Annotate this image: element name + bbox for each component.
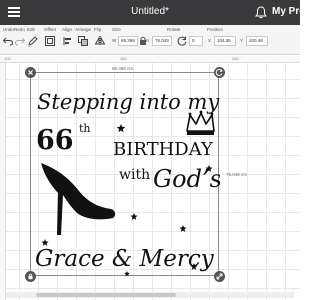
scrollbar-thumb[interactable] [36,293,176,297]
flip-label: Flip [94,27,102,32]
edit-toolbar: Undo Redo Edit Offset Align Arrange Flip… [0,25,300,55]
position-x-input[interactable]: 104.36 [214,36,236,46]
width-prefix: W [112,38,117,43]
left-ruler [0,63,6,300]
flip-icon[interactable] [94,35,106,47]
lock-handle[interactable] [25,271,36,282]
ruler-number: 150 [120,56,127,61]
rotate-handle[interactable] [214,67,225,78]
rotate-icon[interactable] [176,35,188,47]
edit-icon[interactable] [27,35,39,47]
align-icon[interactable] [62,35,74,47]
horizontal-scrollbar[interactable] [6,292,294,298]
position-label: Position [207,27,224,32]
close-icon [28,70,33,75]
resize-handle[interactable] [214,271,225,282]
redo-label: Redo [14,27,25,32]
design-word-with: with [119,167,150,183]
rotate-input[interactable]: 0 [189,36,203,46]
project-menu[interactable]: My Projec [272,6,319,17]
resize-icon [216,273,223,280]
design-number: 66 [36,125,74,156]
offset-icon[interactable] [44,35,56,47]
crown-icon [186,110,215,135]
delete-handle[interactable] [25,67,36,78]
undo-icon[interactable] [2,35,14,47]
design-ordinal: th [79,122,91,135]
rotate-handle-icon [215,69,223,76]
align-label: Align [62,27,73,32]
x-prefix: X [208,38,212,43]
bell-icon[interactable] [255,6,267,19]
undo-label: Undo [3,27,14,32]
redo-icon[interactable] [14,35,26,47]
rotate-label: Rotate [167,27,181,32]
ruler-number: 200 [232,56,239,61]
top-bar: Untitled* My Projec [0,0,319,25]
size-label: Size [112,27,121,32]
edit-label: Edit [27,27,35,32]
lock-handle-icon [28,273,33,280]
design-word-birthday: BIRTHDAY [113,139,214,160]
width-input[interactable]: 69.398 [118,36,138,46]
height-prefix: H [146,38,150,43]
ruler-number: 100 [4,56,11,61]
design-line-stepping: Stepping into my [37,90,220,114]
offset-label: Offset [44,27,56,32]
height-dimension-label: 76.049 cm [226,172,248,177]
width-dimension-label: 69.398 cm [112,66,134,71]
top-ruler: 100 150 200 [0,56,300,63]
arrange-label: Arrange [75,27,92,32]
high-heel-icon [41,163,116,235]
design-line-grace: Grace & Mercy [35,246,215,272]
position-y-input[interactable]: 100.48 [246,36,268,46]
arrange-icon[interactable] [77,35,89,47]
height-input[interactable]: 76.049 [152,36,172,46]
design-canvas[interactable]: 100 150 200 69.398 cm 76.049 cm Stepping… [0,56,300,300]
selection-box[interactable]: Stepping into my 66 th BIRTHDAY with God… [30,72,220,277]
y-prefix: Y [240,38,244,43]
birthday-design: Stepping into my 66 th BIRTHDAY with God… [35,90,220,277]
